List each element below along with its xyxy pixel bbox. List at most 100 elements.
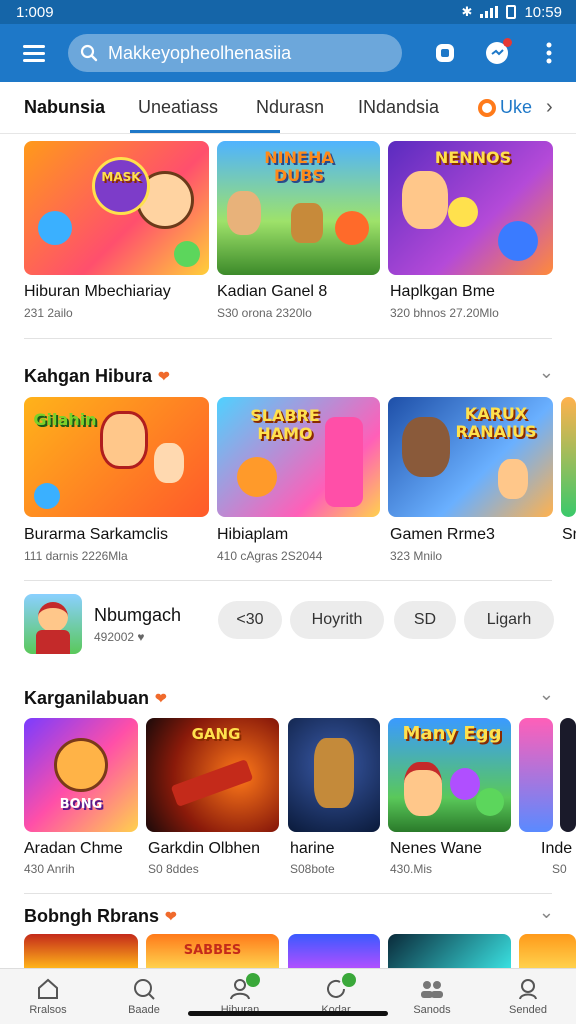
search-bar[interactable]: Makkeyopheolhenasiia — [68, 34, 402, 72]
game-meta: S0 8ddes — [148, 862, 199, 876]
status-bar: 1:009 ✱ 10:59 — [0, 0, 576, 24]
game-thumbnail: KARUX RANAIUS — [388, 397, 553, 517]
game-card[interactable] — [561, 397, 576, 517]
game-card[interactable]: NENNOS — [388, 141, 553, 275]
chip-hoyrith[interactable]: Hoyrith — [290, 601, 384, 639]
game-meta: 323 Mnilo — [390, 549, 443, 563]
chip-sd[interactable]: SD — [394, 601, 456, 639]
nav-item-search[interactable]: Baade — [96, 969, 192, 1024]
status-time: 1:009 — [16, 3, 54, 21]
tab-uneatiass[interactable]: Uneatiass — [138, 82, 250, 134]
game-meta: S30 orona 2320lo — [217, 306, 312, 320]
notification-badge — [503, 38, 512, 47]
game-meta: 111 darnis 2226Mla — [24, 549, 128, 563]
menu-icon[interactable] — [16, 35, 52, 71]
nav-item-sanods[interactable]: Sanods — [384, 969, 480, 1024]
live-icon — [478, 98, 496, 117]
status-clock: 10:59 — [524, 3, 562, 21]
game-title: Garkdin Olbhen — [148, 840, 261, 857]
featured-avatar[interactable] — [24, 594, 82, 654]
game-thumbnail — [519, 934, 576, 968]
game-thumbnail: SABBES — [146, 934, 279, 968]
nav-item-home[interactable]: Rralsos — [0, 969, 96, 1024]
game-thumbnail — [519, 718, 553, 832]
store-icon — [436, 44, 454, 62]
heart-icon: ❤ — [155, 690, 167, 706]
tab-live[interactable]: Uke — [478, 82, 532, 134]
game-thumbnail — [288, 934, 380, 968]
chip-ligarh[interactable]: Ligarh — [464, 601, 554, 639]
notifications-button[interactable] — [482, 38, 512, 68]
heart-icon: ❤ — [165, 908, 177, 924]
battery-icon — [506, 5, 517, 19]
tab-indandsia[interactable]: INdandsia — [358, 82, 466, 134]
game-card[interactable]: MASK — [24, 141, 209, 275]
game-meta: 430.Mis — [390, 862, 433, 876]
signal-icon — [480, 6, 499, 18]
game-thumbnail — [561, 397, 576, 517]
more-options-icon[interactable] — [534, 38, 564, 68]
game-card[interactable] — [388, 934, 511, 968]
game-card[interactable] — [560, 718, 576, 832]
divider — [24, 338, 552, 339]
game-thumbnail: GANG — [146, 718, 279, 832]
game-thumbnail: NINEHA DUBS — [217, 141, 380, 275]
home-indicator[interactable] — [188, 1011, 388, 1016]
tab-nabunsia[interactable]: Nabunsia — [24, 82, 130, 134]
profile-icon — [519, 978, 537, 999]
game-card[interactable]: SLABRE HAMO — [217, 397, 380, 517]
game-card[interactable]: BONG — [24, 718, 138, 832]
game-title: Aradan Chme — [24, 840, 123, 857]
game-thumbnail — [388, 934, 511, 968]
game-meta: 430 Anrih — [24, 862, 75, 876]
game-meta: 410 cAgras 2S2044 — [217, 549, 323, 563]
chevron-down-icon[interactable]: ⌄ — [539, 362, 554, 383]
game-meta: S0 — [552, 862, 567, 876]
search-input[interactable]: Makkeyopheolhenasiia — [108, 43, 291, 64]
verified-icon: ♥ — [137, 630, 145, 644]
game-card[interactable] — [519, 934, 576, 968]
game-meta: 320 bhnos 27.20Mlo — [390, 306, 499, 320]
tab-indicator — [130, 130, 280, 133]
search-icon — [134, 978, 155, 1000]
game-card[interactable] — [519, 718, 553, 832]
game-title: Kadian Ganel 8 — [217, 283, 328, 300]
section-title: Bobngh Rbrans ❤ — [24, 906, 177, 926]
game-title: Gamen Rrme3 — [390, 526, 495, 543]
game-meta: S08bote — [290, 862, 335, 876]
game-card[interactable] — [288, 934, 380, 968]
game-thumbnail: Many Egg — [388, 718, 511, 832]
nav-item-sended[interactable]: Sended — [480, 969, 576, 1024]
game-meta: 231 2ailo — [24, 306, 73, 320]
game-title: Haplkgan Bme — [390, 283, 495, 300]
game-card[interactable]: Gilahin — [24, 397, 209, 517]
status-icons: ✱ 10:59 — [462, 4, 562, 21]
chevron-down-icon[interactable]: ⌄ — [539, 902, 554, 923]
game-thumbnail: BONG — [24, 718, 138, 832]
game-thumbnail: NENNOS — [388, 141, 553, 275]
game-thumbnail: MASK — [24, 141, 209, 275]
game-thumbnail — [24, 934, 138, 968]
game-card[interactable]: SABBES — [146, 934, 279, 968]
game-card[interactable]: KARUX RANAIUS — [388, 397, 553, 517]
store-button[interactable] — [430, 38, 460, 68]
app-bar: Makkeyopheolhenasiia — [0, 24, 576, 82]
game-card[interactable]: GANG — [146, 718, 279, 832]
nav-badge — [341, 973, 356, 987]
chevron-right-icon[interactable]: › — [546, 96, 553, 119]
search-icon — [80, 44, 98, 62]
chevron-down-icon[interactable]: ⌄ — [539, 684, 554, 705]
chip-age[interactable]: <30 — [218, 601, 282, 639]
divider — [24, 893, 552, 894]
game-card[interactable]: Many Egg — [388, 718, 511, 832]
heart-icon: ❤ — [158, 368, 170, 384]
game-thumbnail — [560, 718, 576, 832]
tab-ndurasn[interactable]: Ndurasn — [256, 82, 358, 134]
game-card[interactable] — [288, 718, 380, 832]
game-card[interactable] — [24, 934, 138, 968]
nav-badge — [245, 973, 260, 987]
game-title: Hibiaplam — [217, 526, 289, 543]
game-title: Inde — [541, 840, 573, 857]
bluetooth-icon: ✱ — [461, 4, 473, 19]
game-card[interactable]: NINEHA DUBS — [217, 141, 380, 275]
